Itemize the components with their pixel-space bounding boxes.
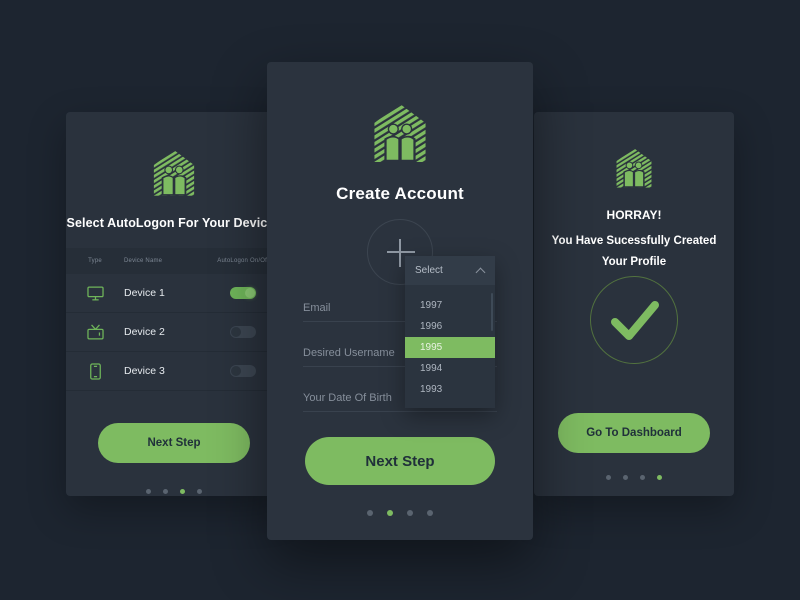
next-step-button[interactable]: Next Step xyxy=(305,437,495,485)
check-circle-icon xyxy=(590,276,678,364)
house-people-logo xyxy=(616,148,652,188)
pagination-dot[interactable] xyxy=(197,489,202,494)
year-dropdown-selected-label: Select xyxy=(415,265,443,276)
device-name: Device 1 xyxy=(124,287,165,299)
pagination-dot[interactable] xyxy=(146,489,151,494)
pagination-dots xyxy=(66,489,282,494)
table-header-row: Type Device Name AutoLogon On/Off xyxy=(66,248,282,274)
pagination-dot[interactable] xyxy=(623,475,628,480)
pagination-dot-active[interactable] xyxy=(180,489,185,494)
pagination-dot-active[interactable] xyxy=(657,475,662,480)
success-subtitle-line1: You Have Sucessfully Created xyxy=(551,235,717,247)
success-title: HORRAY! xyxy=(606,208,662,222)
pagination-dot[interactable] xyxy=(427,510,433,516)
year-option[interactable]: 1997 xyxy=(405,295,495,316)
devices-table: Type Device Name AutoLogon On/Off Device… xyxy=(66,248,282,391)
monitor-icon xyxy=(66,284,124,303)
chevron-up-icon xyxy=(476,266,485,275)
column-header-type: Type xyxy=(88,258,102,264)
pagination-dot[interactable] xyxy=(163,489,168,494)
column-header-device-name: Device Name xyxy=(124,258,163,264)
year-option[interactable]: 1993 xyxy=(405,379,495,400)
year-option[interactable]: 1994 xyxy=(405,358,495,379)
next-step-button[interactable]: Next Step xyxy=(98,423,250,463)
go-to-dashboard-button[interactable]: Go To Dashboard xyxy=(558,413,710,453)
year-dropdown-trigger[interactable]: Select xyxy=(405,256,495,285)
pagination-dot[interactable] xyxy=(367,510,373,516)
device-name: Device 2 xyxy=(124,326,165,338)
success-subtitle-line2: Your Profile xyxy=(601,256,667,268)
device-name: Device 3 xyxy=(124,365,165,377)
house-people-logo xyxy=(374,104,426,162)
table-row[interactable]: Device 3 xyxy=(66,352,282,391)
table-row[interactable]: Device 1 xyxy=(66,274,282,313)
year-dropdown[interactable]: Select 1997 1996 1995 1994 1993 xyxy=(405,256,495,408)
smartphone-icon xyxy=(66,362,124,381)
table-row[interactable]: Device 2 xyxy=(66,313,282,352)
tv-icon xyxy=(66,323,124,342)
page-title: Create Account xyxy=(336,184,464,203)
pagination-dots xyxy=(267,510,533,516)
pagination-dot[interactable] xyxy=(640,475,645,480)
year-dropdown-list: 1997 1996 1995 1994 1993 xyxy=(405,285,495,408)
year-option-selected[interactable]: 1995 xyxy=(405,337,495,358)
year-option[interactable]: 1996 xyxy=(405,316,495,337)
pagination-dot-active[interactable] xyxy=(387,510,393,516)
pagination-dot[interactable] xyxy=(606,475,611,480)
screen-devices-card: Select AutoLogon For Your Devices Type D… xyxy=(66,112,282,496)
pagination-dots xyxy=(534,475,734,480)
page-title: Select AutoLogon For Your Devices xyxy=(66,216,282,230)
app-stage: Select AutoLogon For Your Devices Type D… xyxy=(0,0,800,600)
house-people-logo xyxy=(153,150,195,196)
pagination-dot[interactable] xyxy=(407,510,413,516)
dropdown-scrollbar[interactable] xyxy=(491,293,493,331)
screen-success-card: HORRAY! You Have Sucessfully Created You… xyxy=(534,112,734,496)
